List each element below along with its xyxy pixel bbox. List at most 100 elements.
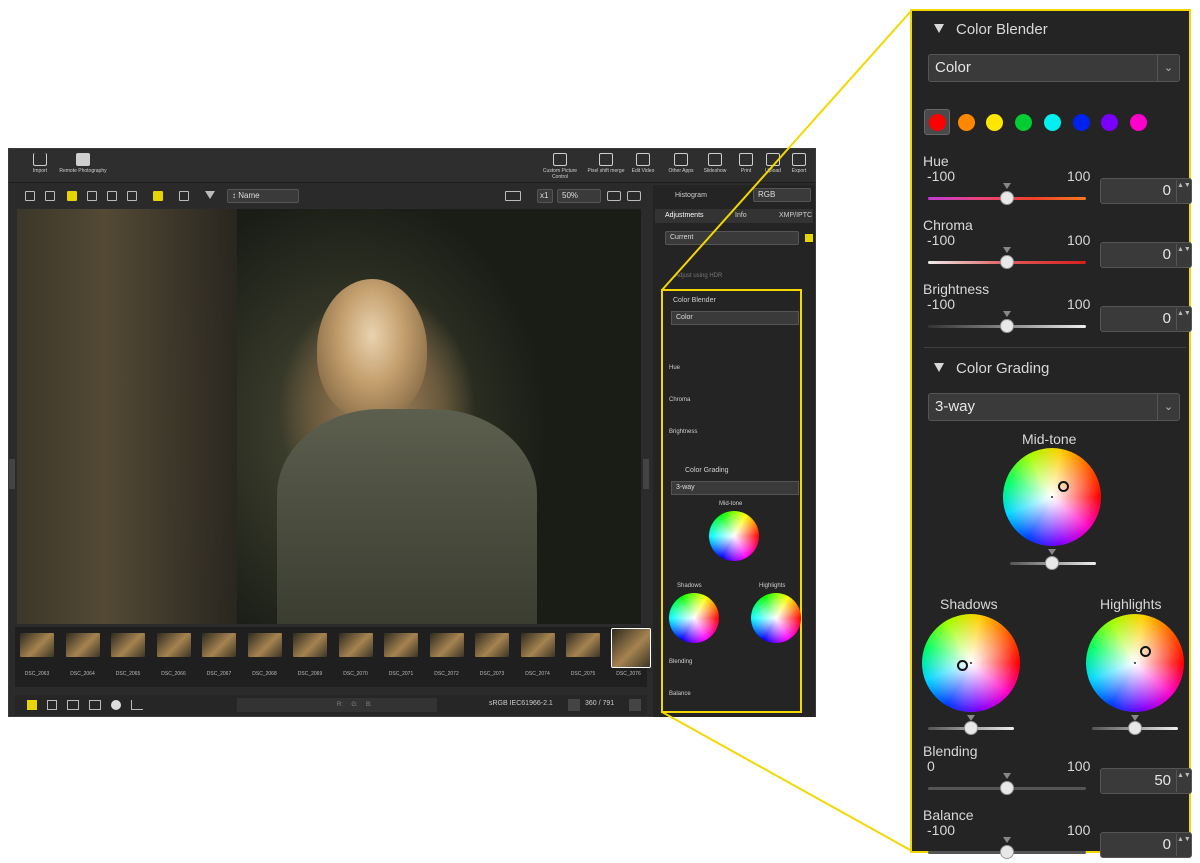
tab-adjustments[interactable]: Adjustments (665, 212, 704, 219)
remote-photography-button[interactable]: Remote Photography (57, 153, 109, 174)
color-swatch[interactable] (986, 114, 1004, 131)
chroma-value-field[interactable]: 0 ▲▼ (1100, 242, 1192, 268)
brightness-caret (1003, 311, 1011, 317)
highlights-luminance-thumb[interactable] (1128, 721, 1142, 735)
filmstrip-label: DSC_2064 (70, 671, 95, 677)
other-apps-button[interactable]: Other Apps (661, 153, 701, 174)
list-view-icon[interactable] (45, 191, 55, 201)
x1-button[interactable]: x1 (537, 189, 553, 203)
info-icon[interactable] (111, 700, 121, 710)
split-view-icon[interactable] (127, 191, 137, 201)
fit-icon[interactable] (505, 191, 521, 201)
shadows-color-wheel[interactable] (922, 614, 1020, 712)
right-handle[interactable] (643, 459, 649, 489)
zoom-in-icon[interactable] (627, 191, 641, 201)
sort-dropdown[interactable]: ↕ Name (227, 189, 299, 203)
shadows-luminance-thumb[interactable] (964, 721, 978, 735)
histogram-mode-dropdown[interactable]: RGB (753, 188, 811, 202)
color-swatch[interactable] (1043, 114, 1061, 131)
filmstrip-thumbnail[interactable] (429, 633, 464, 657)
single-view-icon[interactable] (67, 191, 77, 201)
stepper-arrows-icon[interactable]: ▲▼ (1176, 834, 1191, 856)
filmstrip-thumbnail[interactable] (475, 633, 509, 657)
filmstrip-label: DSC_2074 (525, 671, 550, 677)
color-swatch[interactable] (1072, 114, 1090, 131)
filmstrip-thumbnail[interactable] (65, 633, 100, 657)
stack-icon[interactable] (47, 700, 57, 710)
color-grading-mode-dropdown[interactable]: 3-way ⌄ (928, 393, 1180, 421)
label-filter-icon[interactable] (153, 191, 163, 201)
compare-view-icon[interactable] (87, 191, 97, 201)
filmstrip: DSC_2063 DSC_2064 DSC_2065 DSC_2066 DSC_2067… (15, 627, 651, 687)
mini-shadows-wheel[interactable] (669, 593, 719, 643)
filmstrip-thumbnail[interactable] (202, 633, 236, 657)
grid-icon[interactable] (89, 700, 101, 710)
export-button[interactable]: Export (784, 153, 814, 174)
tab-info[interactable]: Info (735, 212, 747, 219)
enable-checkbox[interactable] (805, 234, 813, 242)
color-swatch[interactable] (1129, 114, 1147, 131)
filmstrip-thumbnail[interactable] (293, 633, 327, 657)
video-icon (636, 153, 650, 166)
stepper-arrows-icon[interactable]: ▲▼ (1176, 180, 1191, 202)
brightness-value-field[interactable]: 0 ▲▼ (1100, 306, 1192, 332)
label-icon[interactable] (27, 700, 37, 710)
grid-view-icon[interactable] (25, 191, 35, 201)
stepper-arrows-icon[interactable]: ▲▼ (1176, 308, 1191, 330)
color-grading-header[interactable]: Color Grading (934, 360, 1049, 377)
zoom-dropdown[interactable]: 50% (557, 189, 601, 203)
chroma-thumb[interactable] (1000, 255, 1014, 269)
zoom-out-icon[interactable] (607, 191, 621, 201)
pixel-shift-button[interactable]: Pixel shift merge (583, 153, 629, 174)
hue-thumb[interactable] (1000, 191, 1014, 205)
stepper-arrows-icon[interactable]: ▲▼ (1176, 770, 1191, 792)
ratio-icon[interactable] (67, 700, 79, 710)
focus-icon[interactable] (179, 191, 189, 201)
mini-color-grading-title: Color Grading (685, 467, 729, 474)
balance-thumb[interactable] (1000, 845, 1014, 859)
blending-value-field[interactable]: 50 ▲▼ (1100, 768, 1192, 794)
color-swatch[interactable] (1101, 114, 1119, 131)
filmstrip-thumbnail[interactable] (247, 633, 282, 657)
mini-highlights-wheel[interactable] (751, 593, 801, 643)
color-swatch[interactable] (957, 114, 975, 131)
midtone-luminance-thumb[interactable] (1045, 556, 1059, 570)
color-blender-mode-dropdown[interactable]: Color ⌄ (928, 54, 1180, 82)
balance-value-field[interactable]: 0 ▲▼ (1100, 832, 1192, 858)
prev-button[interactable] (568, 699, 580, 711)
midtone-color-wheel[interactable] (1003, 448, 1101, 546)
color-blender-header[interactable]: Color Blender (934, 21, 1048, 38)
hue-value-field[interactable]: 0 ▲▼ (1100, 178, 1192, 204)
brightness-thumb[interactable] (1000, 319, 1014, 333)
mini-mode-dropdown[interactable]: Color (671, 311, 799, 325)
highlights-color-wheel[interactable] (1086, 614, 1184, 712)
stepper-arrows-icon[interactable]: ▲▼ (1176, 244, 1191, 266)
mini-grading-dropdown[interactable]: 3-way (671, 481, 799, 495)
midtone-handle[interactable] (1058, 481, 1069, 492)
slideshow-button[interactable]: Slideshow (697, 153, 733, 174)
blending-thumb[interactable] (1000, 781, 1014, 795)
mini-midtone-wheel[interactable] (709, 511, 759, 561)
filmstrip-thumbnail[interactable] (520, 633, 555, 657)
preset-dropdown[interactable]: Current (665, 231, 799, 245)
filmstrip-thumbnail[interactable] (384, 633, 418, 657)
filmstrip-label: DSC_2066 (161, 671, 186, 677)
color-swatch[interactable] (1015, 114, 1033, 131)
histogram-icon[interactable] (131, 700, 143, 710)
filmstrip-thumbnail[interactable] (566, 633, 600, 657)
filmstrip-thumbnail[interactable] (156, 633, 191, 657)
filter-icon[interactable] (205, 191, 215, 199)
next-button[interactable] (629, 699, 641, 711)
edit-video-button[interactable]: Edit Video (624, 153, 662, 174)
tab-xmp[interactable]: XMP/IPTC (779, 212, 812, 219)
color-swatch[interactable] (929, 114, 946, 131)
filmstrip-thumbnail[interactable] (338, 633, 373, 657)
left-handle[interactable] (9, 459, 15, 489)
filmstrip-thumbnail[interactable] (20, 633, 54, 657)
custom-picture-button[interactable]: Custom Picture Control (537, 153, 583, 180)
shadows-handle[interactable] (957, 660, 968, 671)
filmstrip-thumbnail[interactable] (111, 633, 145, 657)
multi-view-icon[interactable] (107, 191, 117, 201)
filmstrip-thumbnail[interactable] (610, 628, 651, 668)
highlights-handle[interactable] (1140, 646, 1151, 657)
